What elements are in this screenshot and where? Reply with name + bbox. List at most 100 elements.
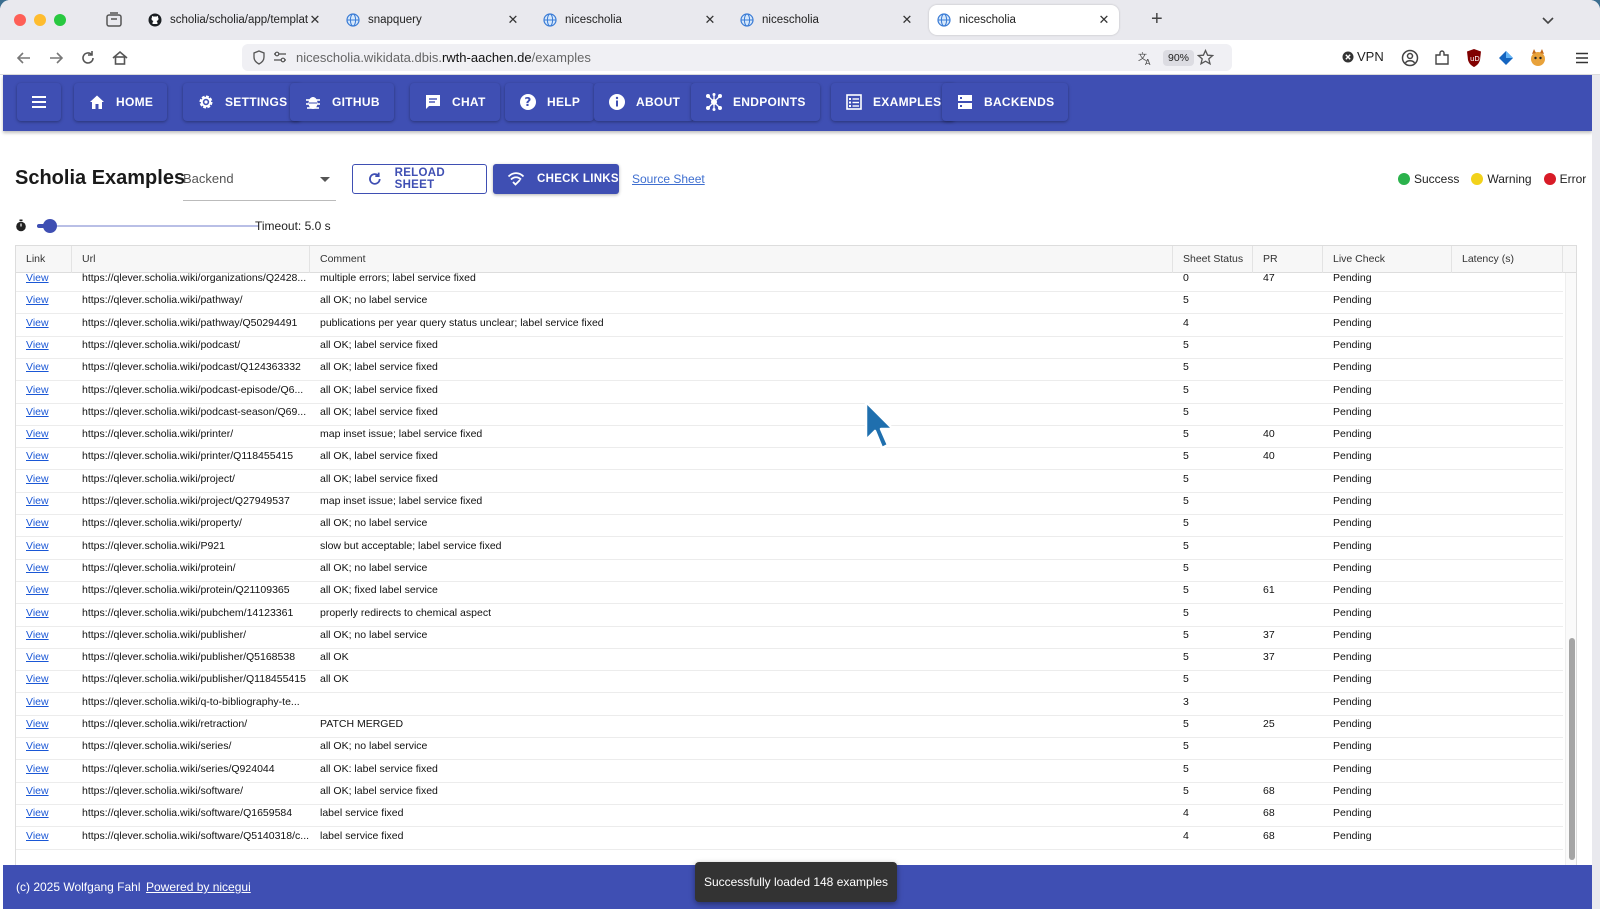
view-link[interactable]: View	[16, 447, 72, 469]
view-link[interactable]: View	[16, 358, 72, 380]
browser-tab[interactable]: snapquery ✕	[338, 5, 528, 35]
table-cell	[1452, 269, 1563, 291]
backend-select[interactable]: Backend	[183, 163, 336, 201]
translate-icon[interactable]: 文A	[1137, 50, 1153, 66]
close-window-button[interactable]	[14, 14, 26, 26]
table-row: View https://qlever.scholia.wiki/project/…	[16, 470, 1563, 493]
close-icon[interactable]: ✕	[308, 12, 322, 28]
close-icon[interactable]: ✕	[703, 12, 717, 28]
forward-arrow-icon[interactable]	[47, 49, 65, 67]
url-path: /examples	[531, 50, 591, 65]
examples-table: Link Url Comment Sheet Status PR Live Check La…	[15, 245, 1577, 865]
menu-button[interactable]	[17, 83, 61, 121]
table-scrollbar[interactable]	[1565, 273, 1576, 865]
view-link[interactable]: View	[16, 626, 72, 648]
address-bar[interactable]: nicescholia.wikidata.dbis.rwth-aachen.de…	[242, 44, 1232, 71]
table-cell: https://qlever.scholia.wiki/property/	[82, 517, 242, 530]
view-link[interactable]: View	[16, 492, 72, 514]
vpn-status[interactable]: VPN	[1342, 49, 1384, 64]
timeout-control: Timeout: 5.0 s	[15, 216, 355, 236]
view-link[interactable]: View	[16, 291, 72, 313]
view-link[interactable]: View	[16, 336, 72, 358]
nav-button-github[interactable]: GITHUB	[290, 83, 394, 121]
account-icon[interactable]	[1401, 49, 1419, 67]
timeout-slider-track[interactable]	[37, 225, 259, 227]
view-link[interactable]: View	[16, 827, 72, 849]
svg-text:uD: uD	[1470, 55, 1480, 63]
table-cell: all OK; label service fixed	[320, 361, 438, 374]
nicegui-link[interactable]: Powered by nicegui	[146, 880, 251, 894]
close-icon[interactable]: ✕	[1097, 12, 1111, 28]
check-links-button[interactable]: CHECK LINKS	[493, 164, 619, 194]
browser-tab[interactable]: nicescholia ✕	[732, 5, 922, 35]
minimize-window-button[interactable]	[34, 14, 46, 26]
browser-tab[interactable]: scholia/scholia/app/templates/a✕	[140, 5, 330, 35]
reload-sheet-button[interactable]: RELOAD SHEET	[352, 164, 487, 194]
shield-icon[interactable]	[252, 50, 266, 65]
table-cell: Pending	[1333, 272, 1372, 284]
view-link[interactable]: View	[16, 737, 72, 759]
view-link[interactable]: View	[16, 425, 72, 447]
table-cell: https://qlever.scholia.wiki/pubchem/1412…	[82, 606, 294, 619]
extension-diamond-icon[interactable]	[1497, 49, 1515, 67]
svg-text:?: ?	[524, 95, 531, 109]
view-link[interactable]: View	[16, 760, 72, 782]
back-arrow-icon[interactable]	[15, 49, 33, 67]
nav-button-label: BACKENDS	[984, 95, 1055, 109]
extension-fox-icon[interactable]	[1529, 48, 1547, 68]
mouse-cursor-icon	[864, 400, 895, 450]
chat-icon	[426, 95, 440, 109]
nav-button-endpoints[interactable]: ENDPOINTS	[691, 83, 820, 121]
nav-button-backends[interactable]: BACKENDS	[942, 83, 1069, 121]
table-cell: https://qlever.scholia.wiki/series/Q9240…	[82, 762, 275, 775]
hamburger-menu-icon[interactable]	[1574, 50, 1590, 66]
browser-tab[interactable]: nicescholia ✕	[929, 5, 1119, 35]
reload-icon[interactable]	[79, 49, 97, 67]
browser-tab[interactable]: nicescholia ✕	[535, 5, 725, 35]
view-link[interactable]: View	[16, 381, 72, 403]
view-link[interactable]: View	[16, 604, 72, 626]
view-link[interactable]: View	[16, 782, 72, 804]
home-icon[interactable]	[111, 49, 129, 67]
new-tab-button[interactable]: +	[1151, 9, 1163, 29]
legend-label: Warning	[1487, 172, 1532, 186]
view-link[interactable]: View	[16, 559, 72, 581]
close-icon[interactable]: ✕	[900, 12, 914, 28]
view-link[interactable]: View	[16, 269, 72, 291]
vpn-label: VPN	[1357, 49, 1384, 64]
view-link[interactable]: View	[16, 537, 72, 559]
view-link[interactable]: View	[16, 314, 72, 336]
tab-overview-icon[interactable]	[105, 11, 123, 29]
view-link[interactable]: View	[16, 670, 72, 692]
nav-button-about[interactable]: ABOUT	[594, 83, 695, 121]
page-settings-icon[interactable]	[273, 51, 287, 64]
star-icon[interactable]	[1197, 49, 1214, 66]
url-text[interactable]: nicescholia.wikidata.dbis.rwth-aachen.de…	[296, 50, 591, 65]
table-cell	[1253, 336, 1323, 358]
scrollbar-thumb[interactable]	[1569, 638, 1575, 860]
nav-button-home[interactable]: HOME	[74, 83, 168, 121]
maximize-window-button[interactable]	[54, 14, 66, 26]
nav-button-settings[interactable]: SETTINGS	[183, 83, 302, 121]
extensions-icon[interactable]	[1433, 49, 1451, 67]
table-row: View https://qlever.scholia.wiki/software…	[16, 804, 1563, 828]
view-link[interactable]: View	[16, 470, 72, 492]
nav-button-help[interactable]: ? HELP	[505, 83, 595, 121]
zoom-level-badge[interactable]: 90%	[1163, 50, 1195, 66]
view-link[interactable]: View	[16, 514, 72, 536]
timeout-slider-thumb[interactable]	[43, 219, 58, 233]
ublock-shield-icon[interactable]: uD	[1465, 48, 1483, 68]
nav-button-chat[interactable]: CHAT	[410, 83, 500, 121]
table-cell	[1253, 381, 1323, 403]
chevron-down-icon[interactable]	[1540, 12, 1556, 28]
view-link[interactable]: View	[16, 648, 72, 670]
view-link[interactable]: View	[16, 715, 72, 737]
nav-button-examples[interactable]: EXAMPLES	[831, 83, 956, 121]
view-link[interactable]: View	[16, 804, 72, 826]
table-cell	[1452, 782, 1563, 804]
close-icon[interactable]: ✕	[506, 12, 520, 28]
view-link[interactable]: View	[16, 693, 72, 715]
source-sheet-link[interactable]: Source Sheet	[632, 172, 705, 186]
view-link[interactable]: View	[16, 581, 72, 603]
view-link[interactable]: View	[16, 403, 72, 425]
